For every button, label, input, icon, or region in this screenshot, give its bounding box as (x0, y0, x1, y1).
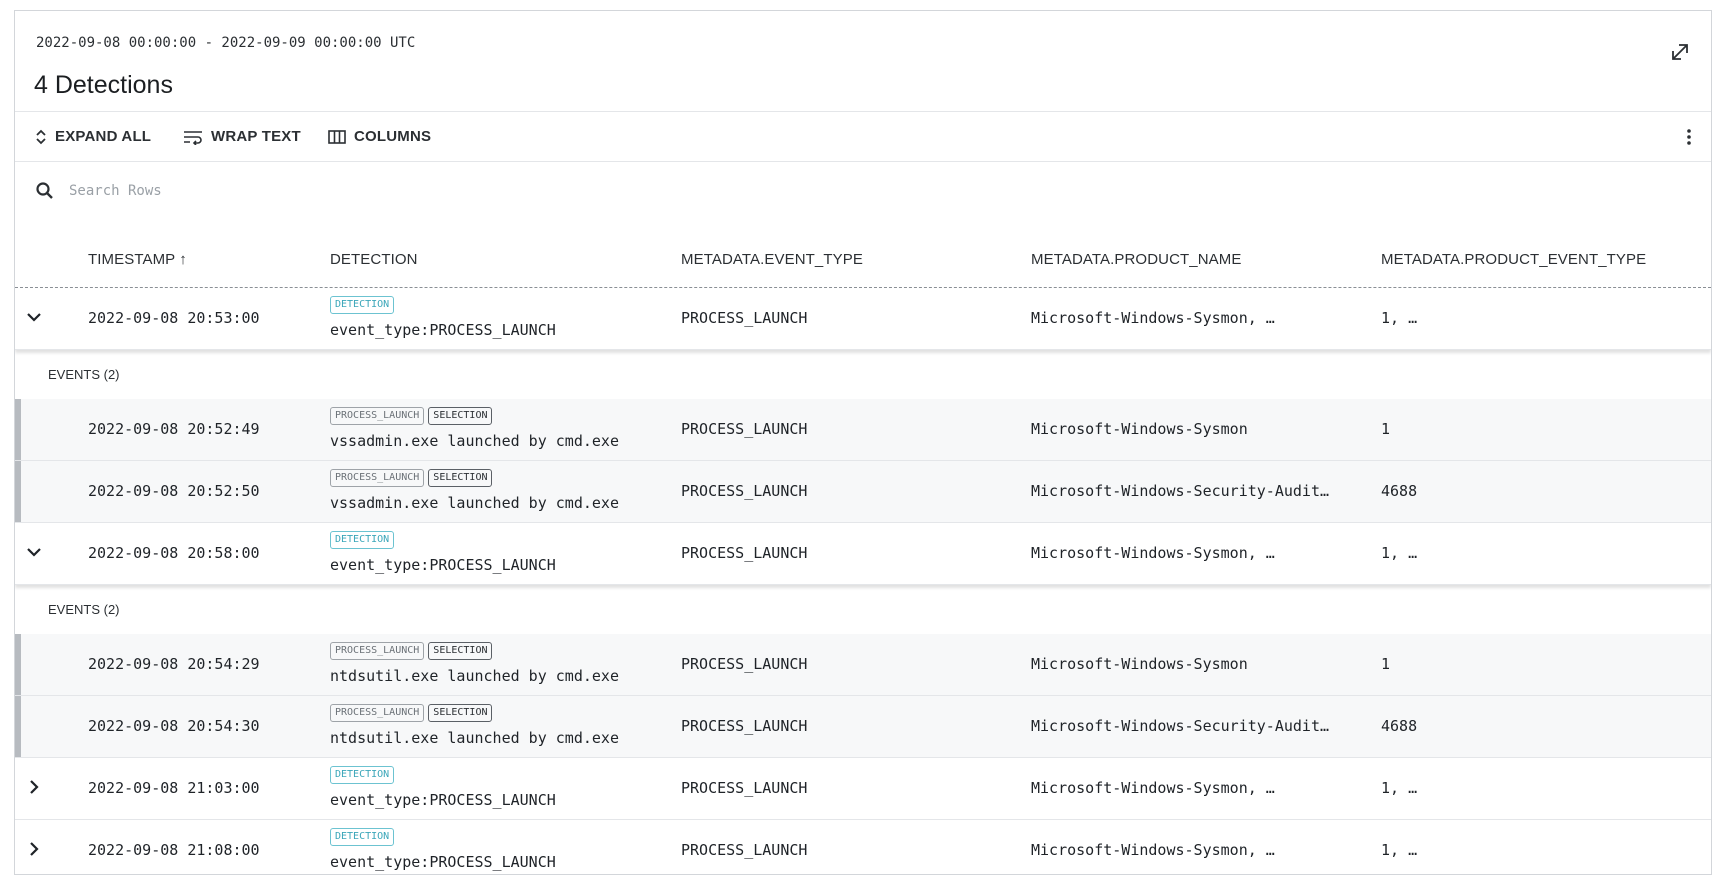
toolbar: EXPAND ALL WRAP TEXT COLUMNS (15, 112, 1711, 161)
columns-label: COLUMNS (354, 128, 432, 145)
selection-tag: SELECTION (428, 642, 493, 660)
event-text: ntdsutil.exe launched by cmd.exe (330, 667, 619, 685)
detection-text: event_type:PROCESS_LAUNCH (330, 321, 556, 339)
event-text: ntdsutil.exe launched by cmd.exe (330, 729, 619, 747)
timestamp-cell: 2022-09-08 20:53:00 (88, 309, 260, 327)
product-name-cell: Microsoft-Windows-Sysmon, … (1031, 544, 1275, 562)
timestamp-cell: 2022-09-08 21:03:00 (88, 779, 260, 797)
events-group-header: EVENTS (2) (15, 585, 1711, 634)
detection-tag: DETECTION (330, 766, 395, 784)
divider (15, 161, 1711, 162)
product-name-cell: Microsoft-Windows-Sysmon, … (1031, 309, 1275, 327)
sort-icon (36, 129, 46, 144)
chevron-down-icon[interactable] (25, 543, 43, 561)
detection-text: event_type:PROCESS_LAUNCH (330, 556, 556, 574)
wrap-text-button[interactable]: WRAP TEXT (183, 112, 301, 161)
page-title: 4 Detections (34, 71, 173, 99)
event-indicator-bar (15, 399, 21, 460)
event-indicator-bar (15, 461, 21, 522)
timestamp-cell: 2022-09-08 20:54:29 (88, 655, 260, 673)
product-name-cell: Microsoft-Windows-Sysmon, … (1031, 779, 1275, 797)
product-event-type-cell: 1, … (1381, 841, 1418, 859)
search-icon (36, 182, 53, 199)
process-launch-tag: PROCESS_LAUNCH (330, 642, 425, 660)
product-name-cell: Microsoft-Windows-Security-Audit… (1031, 482, 1330, 500)
column-header-event-type[interactable]: METADATA.EVENT_TYPE (681, 251, 863, 268)
detection-tag: DETECTION (330, 828, 395, 846)
events-label: EVENTS (2) (48, 602, 120, 617)
chevron-right-icon[interactable] (25, 840, 43, 858)
product-event-type-cell: 1, … (1381, 544, 1418, 562)
event-type-cell: PROCESS_LAUNCH (681, 841, 808, 859)
wrap-icon (184, 130, 202, 145)
timestamp-cell: 2022-09-08 20:58:00 (88, 544, 260, 562)
detection-row[interactable]: 2022-09-08 21:03:00 DETECTION event_type… (15, 758, 1711, 820)
wrap-text-label: WRAP TEXT (211, 128, 301, 145)
detection-row[interactable]: 2022-09-08 20:58:00 DETECTION event_type… (15, 523, 1711, 585)
event-type-cell: PROCESS_LAUNCH (681, 482, 808, 500)
detection-row[interactable]: 2022-09-08 20:53:00 DETECTION event_type… (15, 288, 1711, 350)
product-name-cell: Microsoft-Windows-Security-Audit… (1031, 717, 1330, 735)
product-event-type-cell: 4688 (1381, 717, 1418, 735)
events-group-header: EVENTS (2) (15, 350, 1711, 399)
detection-tag: DETECTION (330, 296, 395, 314)
column-header-timestamp[interactable]: TIMESTAMP ↑ (88, 251, 187, 268)
product-name-cell: Microsoft-Windows-Sysmon (1031, 655, 1248, 673)
time-range: 2022-09-08 00:00:00 - 2022-09-09 00:00:0… (36, 35, 416, 51)
event-row[interactable]: 2022-09-08 20:54:29 PROCESS_LAUNCH SELECT… (15, 634, 1711, 696)
event-text: vssadmin.exe launched by cmd.exe (330, 432, 619, 450)
detection-text: event_type:PROCESS_LAUNCH (330, 791, 556, 809)
event-type-cell: PROCESS_LAUNCH (681, 420, 808, 438)
column-header-product-name[interactable]: METADATA.PRODUCT_NAME (1031, 251, 1241, 268)
process-launch-tag: PROCESS_LAUNCH (330, 469, 425, 487)
detections-panel: 2022-09-08 00:00:00 - 2022-09-09 00:00:0… (14, 10, 1712, 875)
kebab-icon[interactable] (1679, 125, 1699, 149)
event-text: vssadmin.exe launched by cmd.exe (330, 494, 619, 512)
event-indicator-bar (15, 696, 21, 757)
event-row[interactable]: 2022-09-08 20:52:50 PROCESS_LAUNCH SELECT… (15, 461, 1711, 523)
timestamp-cell: 2022-09-08 20:54:30 (88, 717, 260, 735)
selection-tag: SELECTION (428, 469, 493, 487)
product-event-type-cell: 1, … (1381, 779, 1418, 797)
expand-all-label: EXPAND ALL (55, 128, 152, 145)
event-type-cell: PROCESS_LAUNCH (681, 544, 808, 562)
expand-icon[interactable] (1667, 39, 1693, 65)
event-indicator-bar (15, 634, 21, 695)
detection-row[interactable]: 2022-09-08 21:08:00 DETECTION event_type… (15, 820, 1711, 874)
search-bar (35, 181, 371, 201)
product-event-type-cell: 4688 (1381, 482, 1418, 500)
table-header: TIMESTAMP ↑ DETECTION METADATA.EVENT_TYP… (15, 233, 1711, 288)
search-input[interactable] (67, 182, 371, 200)
product-event-type-cell: 1, … (1381, 309, 1418, 327)
column-header-detection[interactable]: DETECTION (330, 251, 418, 268)
chevron-right-icon[interactable] (25, 778, 43, 796)
chevron-down-icon[interactable] (25, 308, 43, 326)
columns-button[interactable]: COLUMNS (328, 112, 431, 161)
event-row[interactable]: 2022-09-08 20:54:30 PROCESS_LAUNCH SELECT… (15, 696, 1711, 758)
timestamp-cell: 2022-09-08 21:08:00 (88, 841, 260, 859)
selection-tag: SELECTION (428, 704, 493, 722)
event-row[interactable]: 2022-09-08 20:52:49 PROCESS_LAUNCH SELECT… (15, 399, 1711, 461)
event-type-cell: PROCESS_LAUNCH (681, 309, 808, 327)
product-event-type-cell: 1 (1381, 420, 1391, 438)
selection-tag: SELECTION (428, 407, 493, 425)
events-label: EVENTS (2) (48, 367, 120, 382)
product-event-type-cell: 1 (1381, 655, 1391, 673)
process-launch-tag: PROCESS_LAUNCH (330, 704, 425, 722)
timestamp-cell: 2022-09-08 20:52:49 (88, 420, 260, 438)
product-name-cell: Microsoft-Windows-Sysmon (1031, 420, 1248, 438)
columns-icon (328, 129, 346, 144)
product-name-cell: Microsoft-Windows-Sysmon, … (1031, 841, 1275, 859)
column-header-product-event-type[interactable]: METADATA.PRODUCT_EVENT_TYPE (1381, 251, 1646, 268)
event-type-cell: PROCESS_LAUNCH (681, 655, 808, 673)
process-launch-tag: PROCESS_LAUNCH (330, 407, 425, 425)
expand-all-button[interactable]: EXPAND ALL (35, 112, 151, 161)
timestamp-cell: 2022-09-08 20:52:50 (88, 482, 260, 500)
detection-text: event_type:PROCESS_LAUNCH (330, 853, 556, 871)
event-type-cell: PROCESS_LAUNCH (681, 779, 808, 797)
detection-tag: DETECTION (330, 531, 395, 549)
event-type-cell: PROCESS_LAUNCH (681, 717, 808, 735)
